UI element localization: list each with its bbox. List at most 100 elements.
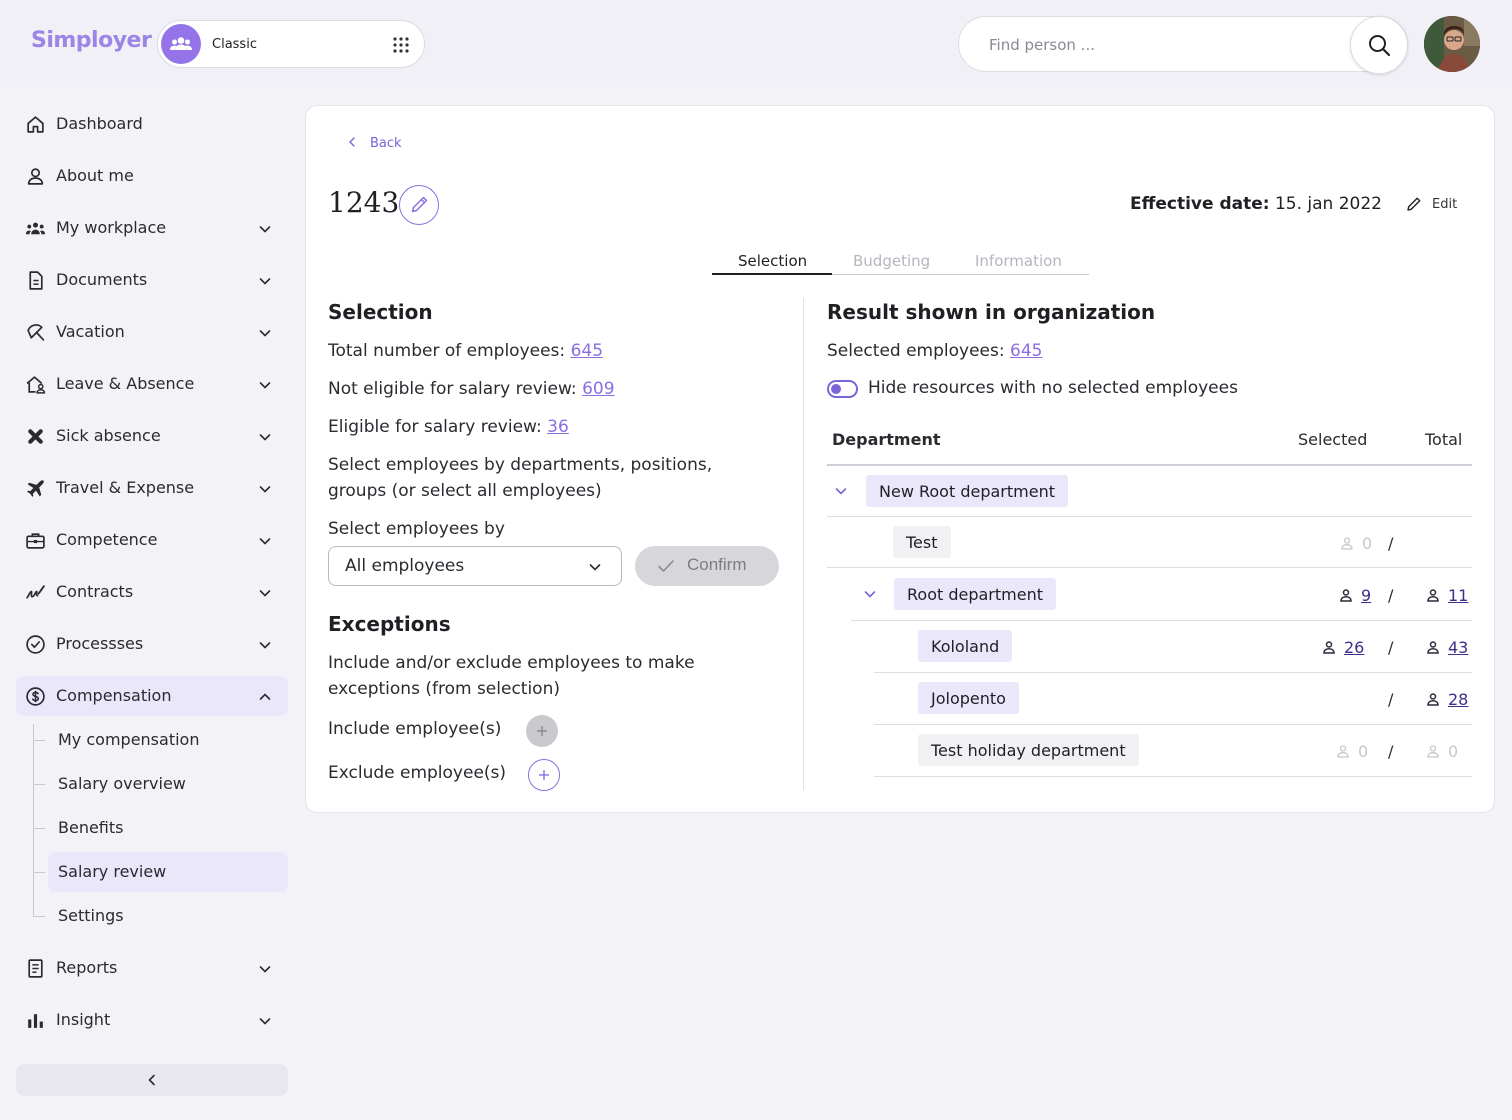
edit-title-button[interactable] (399, 185, 439, 225)
total-employees-link[interactable]: 645 (571, 341, 603, 361)
bandage-icon (28, 429, 43, 444)
submenu-item-settings[interactable]: Settings (48, 896, 288, 936)
submenu-tree-tick (33, 916, 45, 917)
sidebar-item-documents[interactable]: Documents (16, 260, 288, 300)
tab-budgeting[interactable]: Budgeting (853, 252, 930, 270)
person-icon (1427, 693, 1439, 706)
row-divider (827, 516, 1472, 517)
collapse-sidebar-button[interactable] (16, 1064, 288, 1096)
department-tag[interactable]: New Root department (866, 475, 1068, 507)
selected-employees-label: Selected employees: (827, 341, 1005, 361)
header-divider (827, 464, 1472, 466)
chevron-down-icon (259, 278, 271, 285)
sidebar-item-vacation[interactable]: Vacation (16, 312, 288, 352)
selection-description-line2: groups (or select all employees) (328, 481, 602, 501)
col-selected-header: Selected (1298, 430, 1368, 449)
chevron-down-icon[interactable] (862, 586, 878, 602)
department-tag[interactable]: Jolopento (918, 682, 1019, 714)
chevron-down-icon[interactable] (833, 483, 849, 499)
sidebar-item-label: Documents (56, 270, 148, 289)
sidebar-item-dashboard[interactable]: Dashboard (16, 104, 288, 144)
document-icon (29, 271, 43, 290)
select-employees-dropdown[interactable]: All employees (328, 546, 622, 586)
total-employees-label: Total number of employees: (328, 341, 566, 361)
selected-employees-line: Selected employees: 645 (827, 341, 1042, 361)
sidebar-item-insight[interactable]: Insight (16, 1000, 288, 1040)
check-icon (658, 560, 674, 573)
row-divider (874, 776, 1472, 777)
sidebar: Dashboard About me My workplace Document… (0, 88, 304, 1120)
selected-count[interactable]: 9 (1339, 586, 1371, 605)
include-employees-button[interactable] (526, 715, 558, 747)
select-employees-value: All employees (345, 556, 465, 576)
selected-count[interactable]: 26 (1322, 638, 1364, 657)
total-count[interactable]: 11 (1426, 586, 1468, 605)
back-link[interactable]: Back (348, 136, 402, 151)
row-divider (827, 567, 1472, 568)
department-tag[interactable]: Test holiday department (918, 734, 1139, 766)
sidebar-item-label: Leave & Absence (56, 374, 195, 393)
chevron-left-icon (148, 1074, 155, 1086)
total-count[interactable]: 43 (1426, 638, 1468, 657)
sidebar-item-my-workplace[interactable]: My workplace (16, 208, 288, 248)
submenu-item-salary-review[interactable]: Salary review (48, 852, 288, 892)
sidebar-item-competence[interactable]: Competence (16, 520, 288, 560)
department-tag[interactable]: Root department (894, 578, 1056, 610)
total-count[interactable]: 28 (1426, 690, 1468, 709)
top-bar: Simployer Classic (0, 0, 1512, 88)
submenu-item-salary-overview[interactable]: Salary overview (48, 764, 288, 804)
brand-logo[interactable]: Simployer (31, 28, 152, 53)
sidebar-item-sick-absence[interactable]: Sick absence (16, 416, 288, 456)
sidebar-item-label: Contracts (56, 582, 134, 601)
sidebar-item-compensation[interactable]: Compensation (16, 676, 288, 716)
submenu-item-my-compensation[interactable]: My compensation (48, 720, 288, 760)
confirm-label: Confirm (687, 555, 747, 574)
pencil-icon (411, 196, 427, 212)
sidebar-item-processses[interactable]: Processses (16, 624, 288, 664)
sidebar-item-leave-absence[interactable]: Leave & Absence (16, 364, 288, 404)
tab-bar: Selection Budgeting Information (712, 250, 1089, 275)
chevron-down-icon (259, 642, 271, 649)
search-box (958, 16, 1408, 74)
selection-heading: Selection (328, 300, 433, 324)
submenu-item-benefits[interactable]: Benefits (48, 808, 288, 848)
search-input[interactable] (989, 32, 1309, 58)
workspace-group-icon (161, 24, 201, 64)
selection-description-line1: Select employees by departments, positio… (328, 455, 713, 475)
person-icon (1427, 745, 1439, 758)
not-eligible-line: Not eligible for salary review: 609 (328, 379, 615, 399)
pencil-icon (1407, 197, 1421, 211)
select-by-label: Select employees by (328, 519, 505, 539)
sidebar-item-reports[interactable]: Reports (16, 948, 288, 988)
chevron-down-icon (259, 486, 271, 493)
department-tag[interactable]: Test (893, 526, 951, 558)
selected-employees-link[interactable]: 645 (1010, 341, 1042, 361)
hide-resources-toggle[interactable] (827, 380, 858, 398)
sidebar-item-label: Sick absence (56, 426, 161, 445)
chevron-down-icon (259, 382, 271, 389)
person-icon (1337, 745, 1349, 758)
total-count-value: 11 (1448, 586, 1469, 605)
user-avatar[interactable] (1424, 16, 1480, 72)
not-eligible-label: Not eligible for salary review: (328, 379, 577, 399)
confirm-button[interactable]: Confirm (635, 546, 779, 586)
total-count: 0 (1426, 742, 1458, 761)
workspace-switcher[interactable]: Classic (157, 20, 425, 68)
sidebar-item-travel-expense[interactable]: Travel & Expense (16, 468, 288, 508)
person-icon (27, 168, 44, 185)
not-eligible-link[interactable]: 609 (582, 379, 614, 399)
tab-selection[interactable]: Selection (738, 252, 807, 270)
selected-count-value: 0 (1358, 742, 1369, 761)
separator: / (1388, 690, 1394, 709)
apps-grid-icon[interactable] (392, 36, 410, 54)
bar-chart-icon (28, 1014, 43, 1028)
sidebar-item-contracts[interactable]: Contracts (16, 572, 288, 612)
exclude-employees-button[interactable] (528, 759, 560, 791)
total-count-value: 28 (1448, 690, 1469, 709)
eligible-line: Eligible for salary review: 36 (328, 417, 569, 437)
search-button[interactable] (1350, 16, 1408, 74)
tab-information[interactable]: Information (975, 252, 1062, 270)
sidebar-item-about-me[interactable]: About me (16, 156, 288, 196)
eligible-link[interactable]: 36 (547, 417, 569, 437)
department-tag[interactable]: Kololand (918, 630, 1013, 662)
